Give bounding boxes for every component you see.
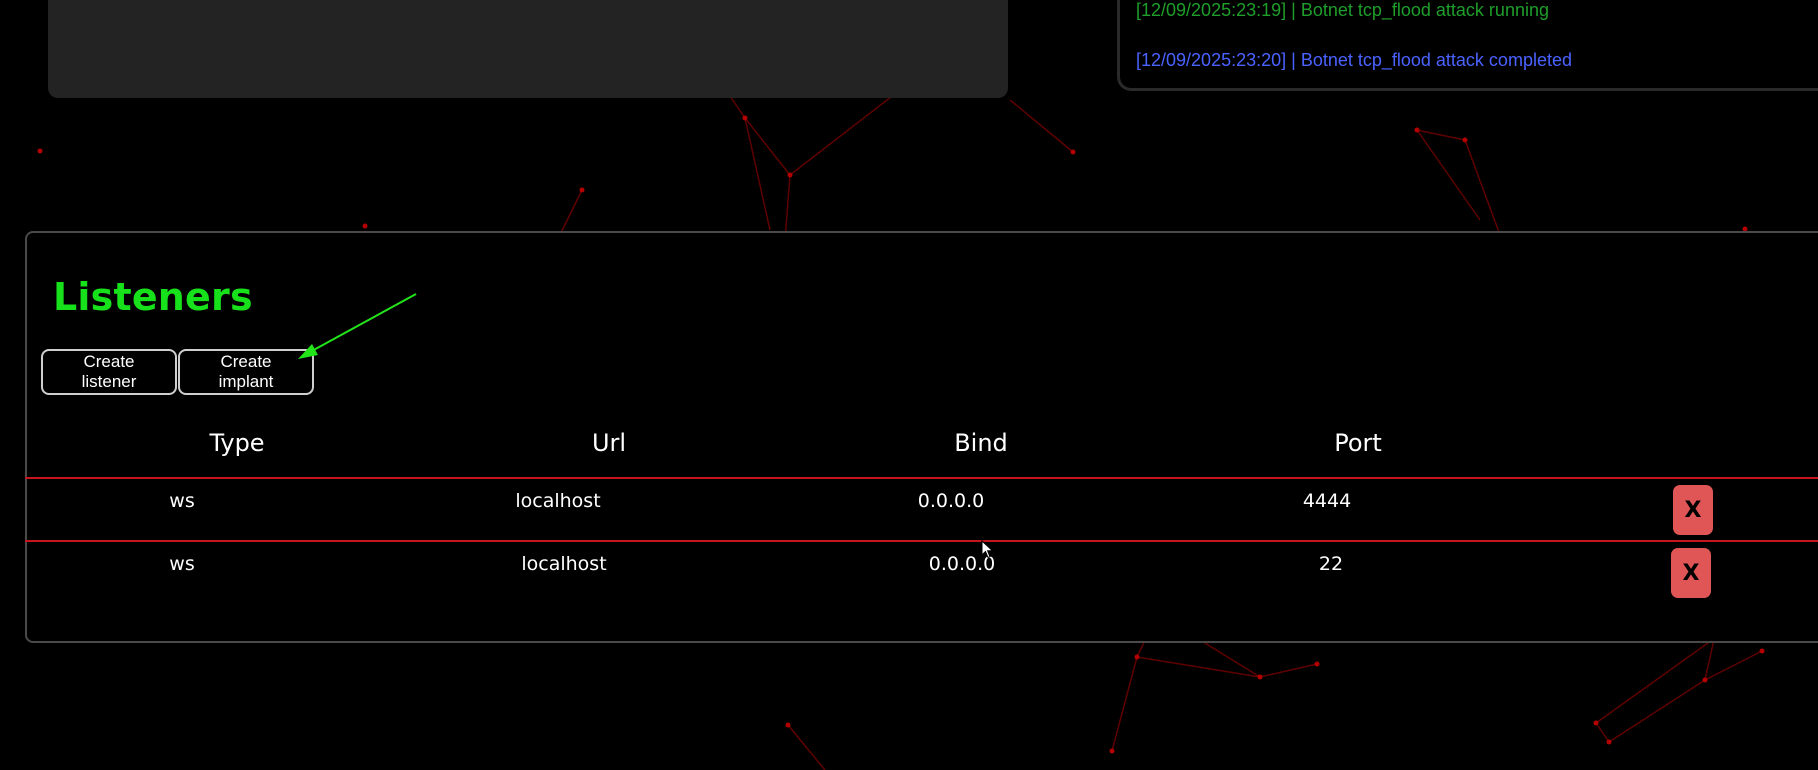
create-listener-button[interactable]: Create listener [41, 349, 177, 395]
cell-type: ws [169, 553, 195, 575]
cell-url: localhost [515, 490, 601, 512]
column-header-port: Port [1334, 429, 1382, 457]
log-entry-completed: [12/09/2025:23:20] | Botnet tcp_flood at… [1136, 50, 1572, 70]
listeners-panel: Listeners Create listener Create implant… [25, 231, 1818, 643]
top-panel [48, 0, 1008, 98]
table-row-divider [25, 477, 1818, 479]
column-header-type: Type [209, 429, 265, 457]
create-implant-button[interactable]: Create implant [178, 349, 314, 395]
listeners-title: Listeners [53, 275, 253, 319]
column-header-bind: Bind [954, 429, 1008, 457]
mouse-cursor-icon [981, 540, 994, 559]
cell-port: 4444 [1302, 490, 1352, 512]
event-log-panel: [12/09/2025:23:19] | Botnet tcp_flood at… [1117, 0, 1818, 91]
column-header-url: Url [591, 429, 627, 457]
cell-bind: 0.0.0.0 [917, 490, 985, 512]
cell-url: localhost [521, 553, 607, 575]
table-row-divider [25, 540, 1818, 542]
delete-listener-button[interactable]: X [1671, 548, 1711, 598]
cell-type: ws [169, 490, 195, 512]
cell-port: 22 [1318, 553, 1344, 575]
log-entry-running: [12/09/2025:23:19] | Botnet tcp_flood at… [1136, 0, 1549, 20]
delete-listener-button[interactable]: X [1673, 485, 1713, 535]
